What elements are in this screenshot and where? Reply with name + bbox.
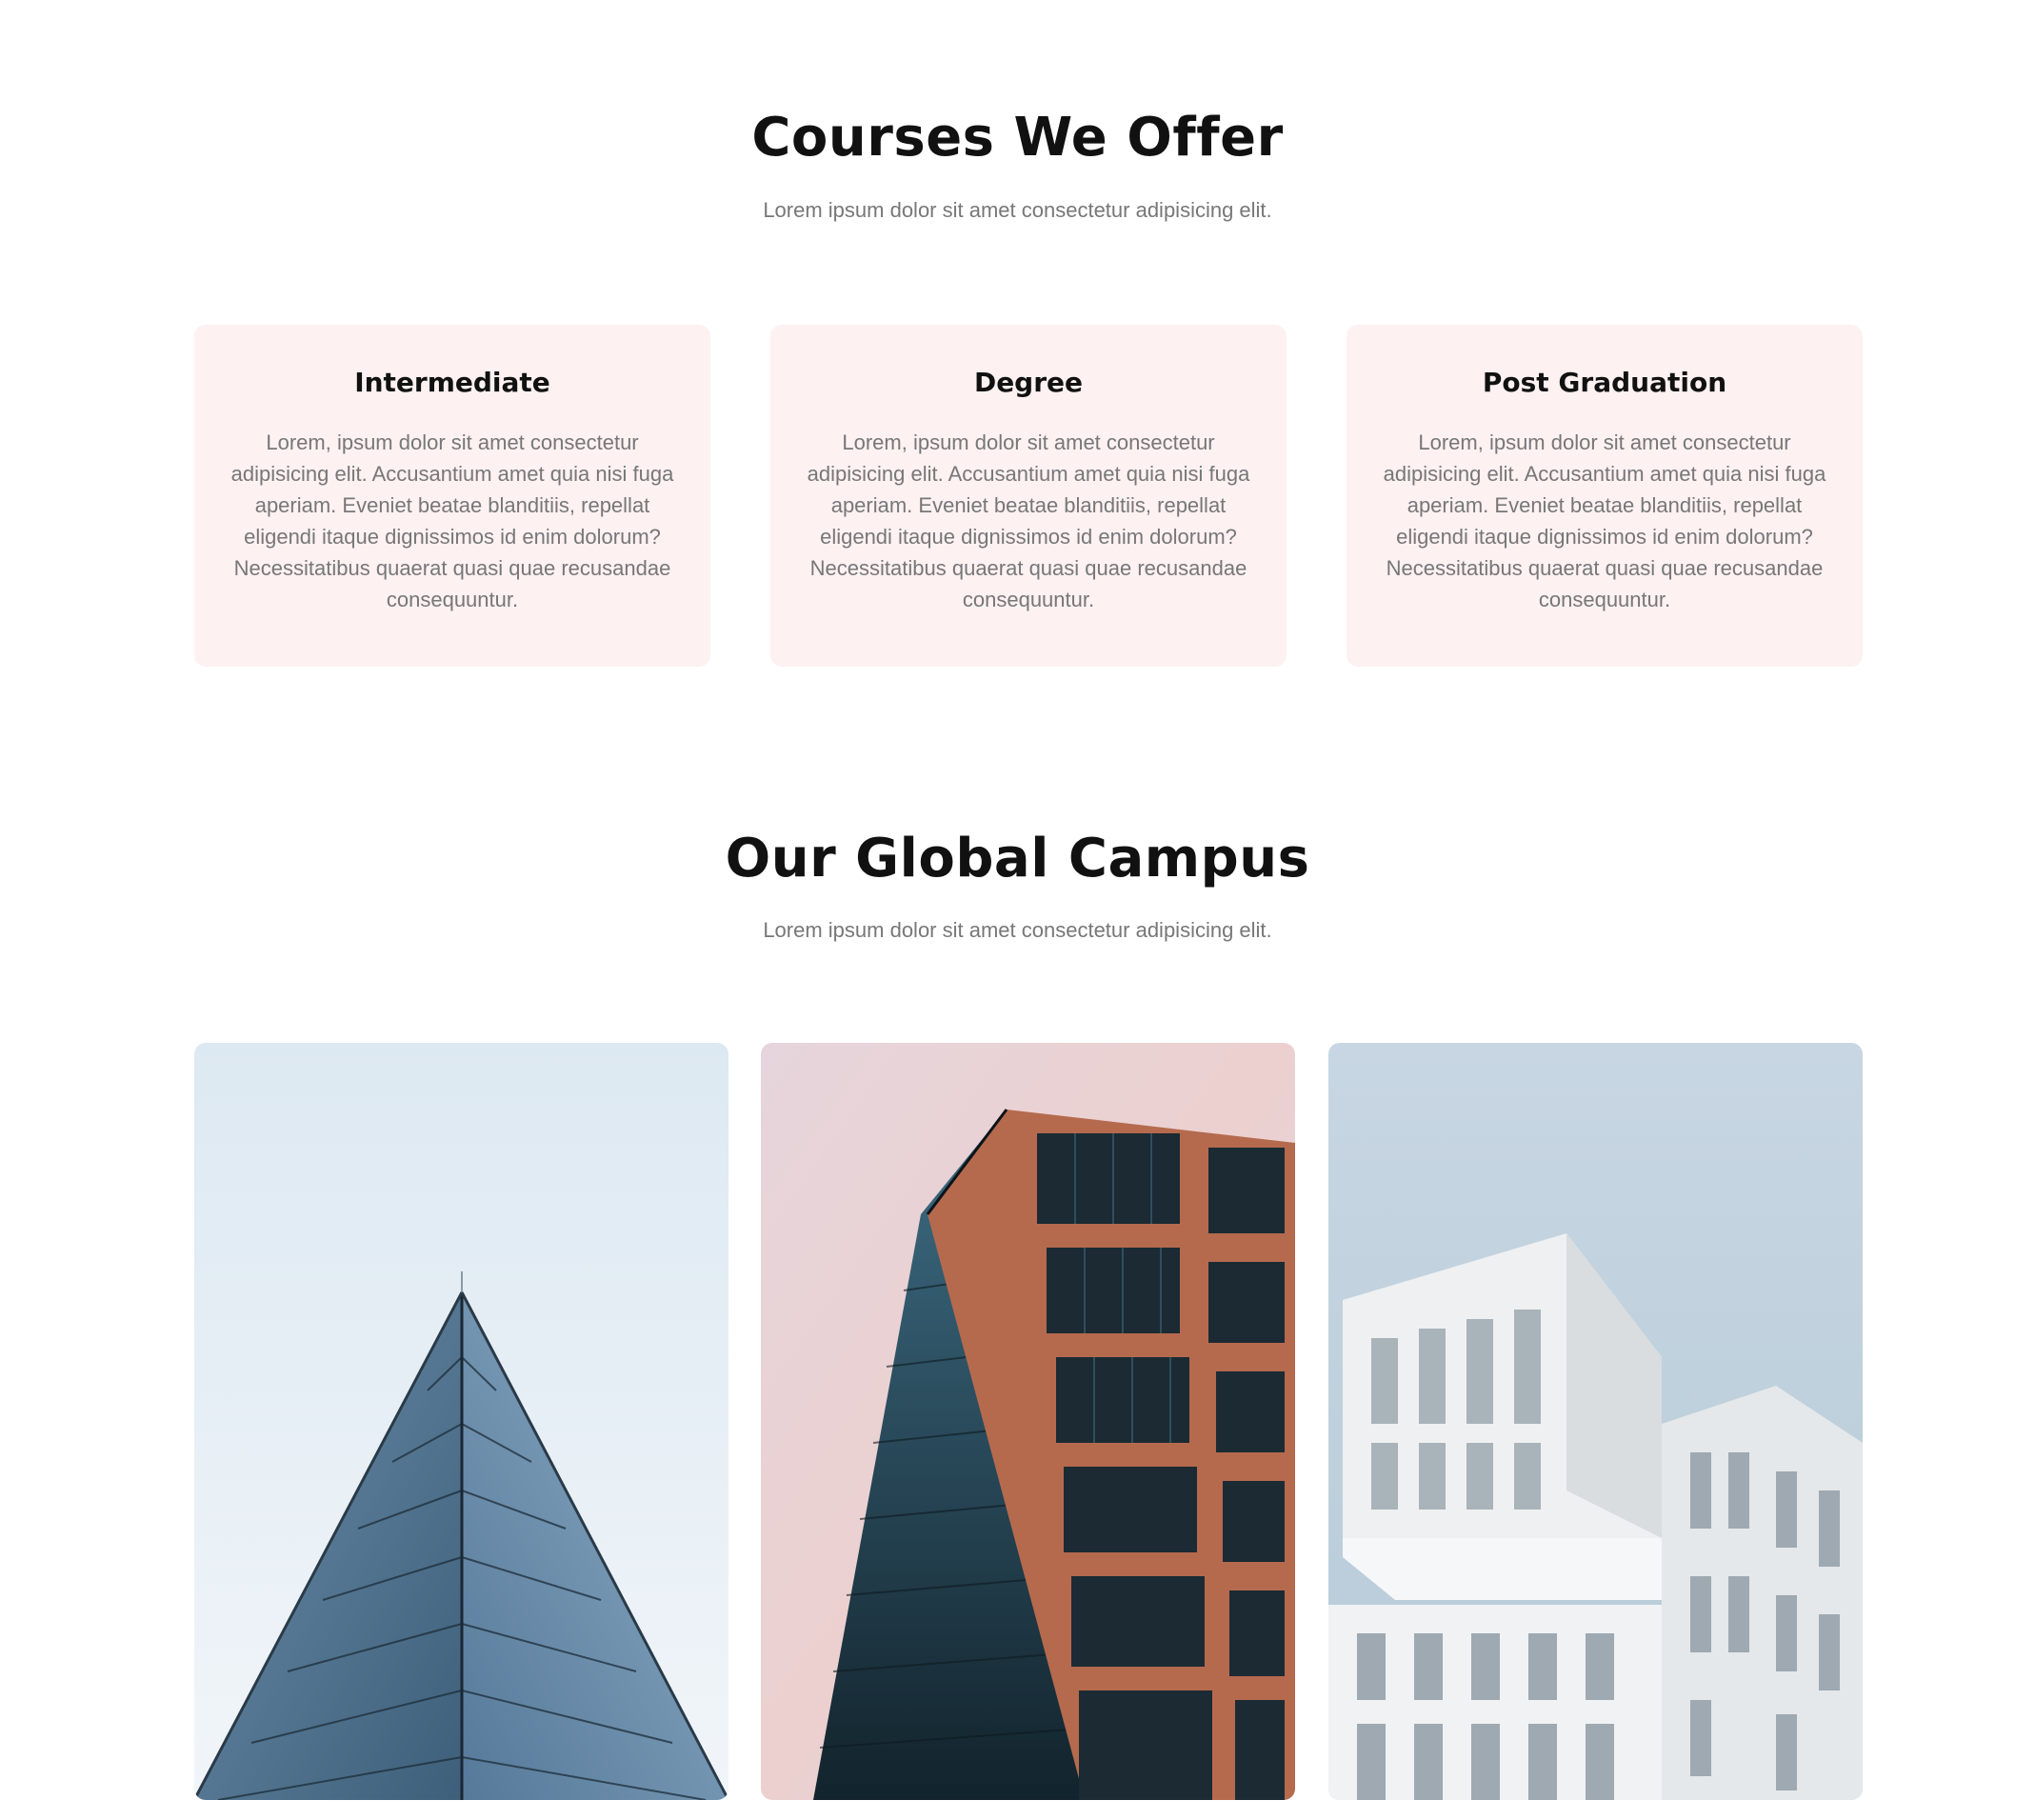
campus-subtitle: Lorem ipsum dolor sit amet consectetur a… — [763, 918, 1272, 942]
campus-gallery — [194, 1043, 1863, 1800]
glass-pyramid-building-image — [194, 1043, 728, 1800]
glass-pyramid-building-photo — [194, 1043, 728, 1800]
course-card-title: Post Graduation — [1482, 367, 1727, 398]
glass-tower-building-photo — [761, 1043, 1295, 1800]
course-card-text: Lorem, ipsum dolor sit amet consectetur … — [230, 430, 674, 611]
white-building-photo — [1328, 1043, 1863, 1800]
course-card-intermediate: Intermediate Lorem, ipsum dolor sit amet… — [194, 325, 710, 667]
course-card-post-graduation: Post Graduation Lorem, ipsum dolor sit a… — [1347, 325, 1863, 667]
courses-subtitle: Lorem ipsum dolor sit amet consectetur a… — [763, 198, 1272, 222]
campus-title: Our Global Campus — [725, 828, 1310, 890]
page: Courses We Offer Lorem ipsum dolor sit a… — [0, 0, 2035, 1820]
courses-title: Courses We Offer — [751, 107, 1284, 169]
course-cards: Intermediate Lorem, ipsum dolor sit amet… — [194, 325, 1863, 667]
course-card-title: Intermediate — [354, 367, 550, 398]
course-card-text: Lorem, ipsum dolor sit amet consectetur … — [807, 430, 1250, 611]
white-building-image — [1328, 1043, 1863, 1800]
course-card-title: Degree — [973, 367, 1084, 398]
course-card-degree: Degree Lorem, ipsum dolor sit amet conse… — [770, 325, 1287, 667]
course-card-text: Lorem, ipsum dolor sit amet consectetur … — [1383, 430, 1826, 611]
glass-tower-building-image — [761, 1043, 1295, 1800]
